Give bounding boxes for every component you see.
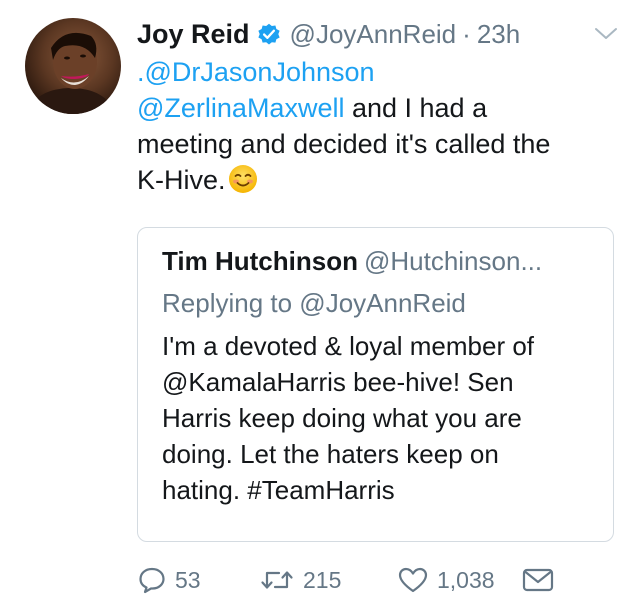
avatar-portrait-icon — [31, 32, 111, 114]
avatar[interactable] — [25, 18, 121, 114]
like-button[interactable]: 1,038 — [397, 562, 495, 598]
mention-link[interactable]: .@DrJasonJohnson — [137, 57, 375, 87]
quoted-text-line: hating. #TeamHarris — [162, 475, 395, 505]
text-fragment: K-Hive. — [137, 165, 226, 195]
retweet-button[interactable]: 215 — [259, 562, 341, 598]
like-count: 1,038 — [437, 566, 495, 593]
quoted-text-line: doing. Let the haters keep on — [162, 439, 499, 469]
tweet-text: .@DrJasonJohnson @ZerlinaMaxwell and I h… — [137, 54, 627, 198]
tweet-text-line: .@DrJasonJohnson — [137, 54, 627, 90]
smiling-face-emoji-icon — [228, 164, 258, 194]
tweet-card: Joy Reid @JoyAnnReid · 23h .@DrJasonJohn… — [0, 0, 640, 603]
display-name[interactable]: Joy Reid — [137, 19, 250, 50]
tweet-text-line: @ZerlinaMaxwell and I had a — [137, 90, 627, 126]
quoted-text-line: @KamalaHarris bee-hive! Sen — [162, 367, 514, 397]
reply-button[interactable]: 53 — [137, 562, 201, 598]
verified-badge-icon — [256, 21, 282, 47]
quoted-text-line: Harris keep doing what you are — [162, 403, 522, 433]
quoted-tweet-text: I'm a devoted & loyal member of @KamalaH… — [162, 328, 602, 508]
chevron-down-icon[interactable] — [593, 25, 619, 43]
handle[interactable]: @JoyAnnReid — [290, 19, 457, 50]
mention-link[interactable]: @ZerlinaMaxwell — [137, 93, 344, 123]
reply-icon — [137, 565, 167, 595]
tweet-text-line: K-Hive. — [137, 162, 627, 198]
quoted-display-name: Tim Hutchinson — [162, 246, 358, 276]
direct-message-button[interactable] — [521, 562, 555, 598]
heart-icon — [397, 565, 429, 595]
text-fragment: and I had a — [344, 93, 488, 123]
tweet-text-line: meeting and decided it's called the — [137, 126, 627, 162]
envelope-icon — [521, 565, 555, 595]
tweet-actions: 53 215 1,038 — [137, 562, 617, 598]
quoted-tweet-header: Tim Hutchinson @Hutchinson... — [162, 246, 542, 277]
retweet-icon — [259, 565, 295, 595]
quoted-tweet[interactable]: Tim Hutchinson @Hutchinson... Replying to… — [137, 227, 614, 542]
separator: · — [462, 18, 471, 49]
replying-to: Replying to @JoyAnnReid — [162, 288, 466, 318]
reply-count: 53 — [175, 566, 201, 593]
tweet-header: Joy Reid @JoyAnnReid · 23h — [137, 16, 520, 52]
quoted-handle: @Hutchinson... — [363, 246, 543, 276]
timestamp[interactable]: 23h — [477, 19, 520, 50]
retweet-count: 215 — [303, 566, 342, 593]
text-fragment: meeting and decided it's called the — [137, 129, 551, 159]
quoted-text-line: I'm a devoted & loyal member of — [162, 331, 535, 361]
